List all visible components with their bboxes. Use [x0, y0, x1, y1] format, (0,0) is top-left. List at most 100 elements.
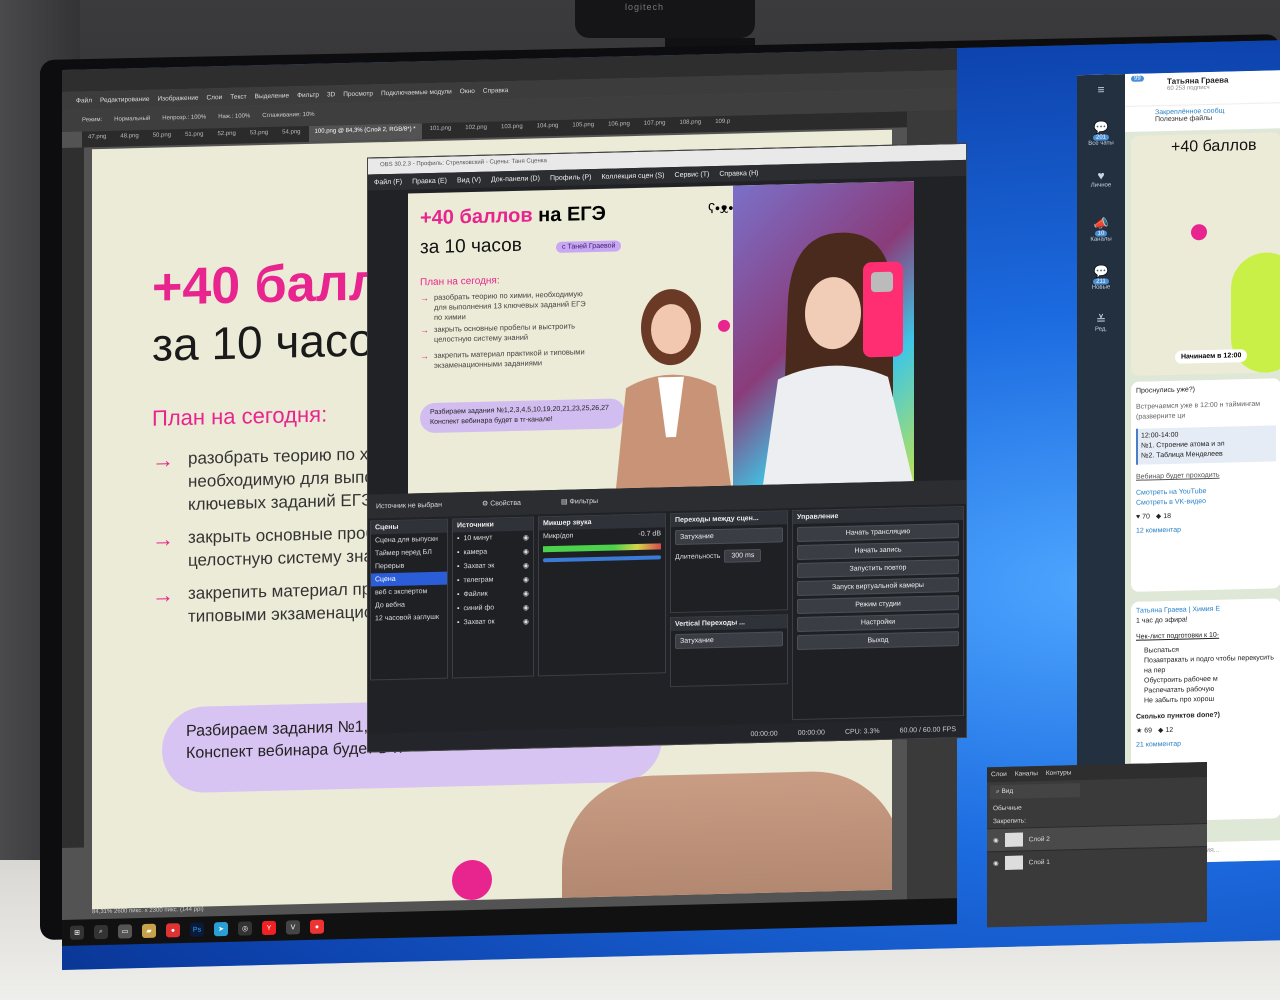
filters-button[interactable]: ▤ Фильтры	[561, 497, 598, 506]
document-tab[interactable]: 54.png	[276, 126, 306, 143]
menu-item[interactable]: Слои	[206, 94, 222, 101]
visibility-icon[interactable]: ◉	[523, 534, 529, 542]
visibility-icon[interactable]: ◉	[523, 604, 529, 612]
obs-menu-item[interactable]: Справка (H)	[719, 169, 758, 177]
document-tab[interactable]: 48.png	[114, 130, 144, 147]
menu-item[interactable]: Файл	[76, 97, 92, 104]
menu-item[interactable]: Справка	[483, 87, 509, 95]
menu-item[interactable]: Просмотр	[343, 90, 373, 98]
task-view-icon[interactable]: ▭	[118, 924, 132, 939]
eye-icon[interactable]: ◉	[993, 859, 999, 867]
menu-icon[interactable]: ≡	[1077, 82, 1125, 97]
obs-preview[interactable]: +40 баллов на ЕГЭ ʕ•ᴥ•ʔ за 10 часов с Та…	[408, 181, 914, 494]
mixer-volume-slider[interactable]	[543, 555, 661, 563]
document-tab[interactable]: 108.png	[674, 116, 708, 133]
layer-row[interactable]: ◉ Слой 1	[987, 846, 1207, 875]
document-tab[interactable]: 101.png	[424, 122, 458, 139]
document-tab[interactable]: 50.png	[147, 129, 177, 146]
comments-link[interactable]: 12 комментар	[1136, 523, 1276, 536]
document-tab[interactable]: 47.png	[82, 131, 112, 148]
start-icon[interactable]: ⊞	[70, 925, 84, 940]
telegram-icon[interactable]: ➤	[214, 921, 228, 937]
document-tab[interactable]: 109.p	[709, 116, 736, 133]
obs-menu-item[interactable]: Док-панели (D)	[491, 175, 540, 183]
document-tab[interactable]: 104.png	[531, 120, 565, 137]
obs-menu-item[interactable]: Файл (F)	[374, 178, 402, 186]
telegram-header[interactable]: Татьяна Граева 60 253 подписч	[1125, 70, 1280, 107]
obs-menu-item[interactable]: Вид (V)	[457, 176, 481, 184]
option-field[interactable]: Нормальный	[114, 116, 150, 123]
sidebar-folder[interactable]: ≚ Ред.	[1077, 312, 1125, 333]
obs-icon[interactable]: ◎	[238, 921, 252, 936]
search-icon[interactable]: ⌕	[94, 924, 108, 940]
visibility-icon[interactable]: ◉	[523, 562, 529, 570]
option-field[interactable]: Непрозр.: 100%	[162, 114, 206, 121]
option-field[interactable]: Сглаживание: 10%	[262, 112, 314, 119]
menu-item[interactable]: 3D	[327, 91, 335, 98]
reaction-star[interactable]: ★ 69	[1136, 726, 1152, 736]
obs-menu-item[interactable]: Сервис (T)	[675, 171, 710, 179]
obs-menu-item[interactable]: Профиль (P)	[550, 174, 592, 182]
control-button[interactable]: Запустить повтор	[797, 559, 959, 579]
layers-tab[interactable]: Каналы	[1015, 770, 1038, 778]
menu-item[interactable]: Фильтр	[297, 91, 319, 99]
visibility-icon[interactable]: ◉	[523, 618, 529, 626]
comments-link[interactable]: 21 комментар	[1136, 737, 1276, 750]
obs-menu-item[interactable]: Правка (E)	[412, 177, 447, 185]
sidebar-folder[interactable]: ♥ Личное	[1077, 168, 1125, 189]
visibility-icon[interactable]: ◉	[523, 590, 529, 598]
control-button[interactable]: Режим студии	[797, 595, 959, 615]
visibility-icon[interactable]: ◉	[523, 548, 529, 556]
layers-tab[interactable]: Слои	[991, 771, 1007, 778]
document-tab[interactable]: 52.png	[211, 128, 241, 145]
document-tab[interactable]: 100.png @ 84,3% (Слой 2, RGB/8*) *	[308, 123, 422, 142]
chrome-icon[interactable]: ●	[166, 923, 180, 938]
control-button[interactable]: Настройки	[797, 613, 959, 633]
obs-menu-item[interactable]: Коллекция сцен (S)	[601, 172, 664, 181]
menu-item[interactable]: Редактирование	[100, 95, 150, 103]
explorer-icon[interactable]: ▰	[142, 923, 156, 939]
control-button[interactable]: Выход	[797, 631, 959, 651]
option-field[interactable]: Режим:	[82, 117, 102, 123]
vertical-transition-select[interactable]: Затухание	[675, 631, 783, 650]
post-image[interactable]: +40 баллов Начинаем в 12:00	[1131, 132, 1280, 376]
sidebar-folder[interactable]: 💬 211 Новые	[1077, 264, 1125, 291]
menu-item[interactable]: Текст	[230, 93, 246, 100]
sidebar-folder[interactable]: 📣 10 Каналы	[1077, 216, 1125, 243]
control-button[interactable]: Запуск виртуальной камеры	[797, 577, 959, 597]
layers-tab[interactable]: Контуры	[1046, 769, 1072, 777]
menu-item[interactable]: Выделение	[255, 92, 289, 100]
app-icon[interactable]: V	[286, 920, 300, 935]
menu-item[interactable]: Подключаемые модули	[381, 88, 452, 97]
pinned-message[interactable]: Закреплённое сообщ Полезные файлы	[1125, 102, 1280, 133]
document-tab[interactable]: 107.png	[638, 117, 672, 134]
properties-button[interactable]: ⚙ Свойства	[482, 499, 521, 508]
duration-input[interactable]: 300 ms	[724, 548, 762, 563]
reaction-fire[interactable]: ◆ 18	[1156, 512, 1171, 522]
eye-icon[interactable]: ◉	[993, 836, 999, 844]
control-button[interactable]: Начать запись	[797, 541, 959, 561]
control-button[interactable]: Начать трансляцию	[797, 523, 959, 543]
layer-filter[interactable]: ⌕ Вид	[990, 783, 1080, 800]
telegram-message-1[interactable]: Проснулись уже?) Встречаемся уже в 12:00…	[1131, 378, 1280, 592]
transition-select[interactable]: Затухание	[675, 527, 783, 546]
document-tab[interactable]: 53.png	[244, 127, 274, 144]
menu-item[interactable]: Окно	[460, 87, 475, 94]
document-tab[interactable]: 102.png	[459, 121, 493, 138]
document-tab[interactable]: 105.png	[566, 119, 600, 136]
document-tab[interactable]: 51.png	[179, 128, 209, 145]
vk-link[interactable]: Смотреть в VK-видео	[1136, 495, 1276, 508]
document-tab[interactable]: 103.png	[495, 121, 529, 138]
document-tab[interactable]: 106.png	[602, 118, 636, 135]
scene-item[interactable]: 12 часовой заглушк	[371, 611, 447, 626]
reaction-clap[interactable]: ◆ 12	[1158, 726, 1173, 736]
menu-item[interactable]: Изображение	[158, 94, 199, 102]
source-item[interactable]: ▪ Захват ок ◉	[453, 614, 533, 630]
reaction-heart[interactable]: ♥ 70	[1136, 512, 1150, 522]
visibility-icon[interactable]: ◉	[523, 576, 529, 584]
yandex-icon[interactable]: Y	[262, 920, 276, 936]
chrome-icon-2[interactable]: ●	[310, 919, 324, 934]
sidebar-folder[interactable]: 💬 201 Все чаты	[1077, 120, 1125, 147]
option-field[interactable]: Наж.: 100%	[218, 113, 250, 120]
photoshop-icon[interactable]: Ps	[190, 922, 204, 937]
